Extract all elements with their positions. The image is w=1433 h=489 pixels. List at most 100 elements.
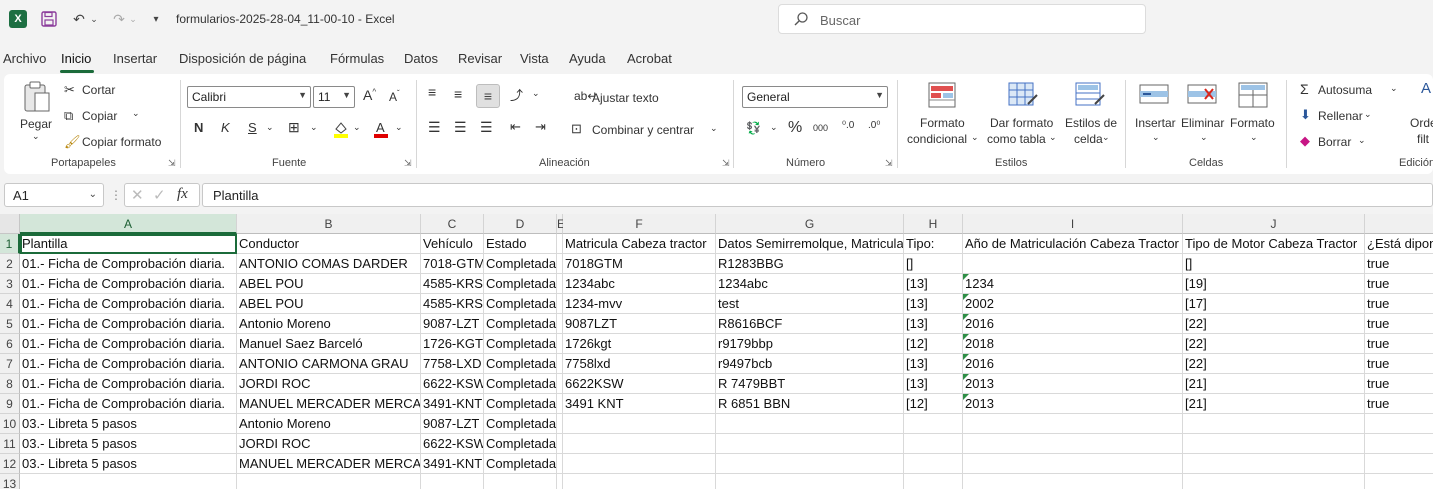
cell-f13[interactable]	[563, 474, 716, 489]
cell-g2[interactable]: R1283BBG	[716, 254, 904, 274]
cell-g9[interactable]: R 6851 BBN	[716, 394, 904, 414]
font-family-select[interactable]: Calibri ▼	[187, 86, 311, 108]
row-header-10[interactable]: 10	[0, 414, 20, 434]
align-left-icon[interactable]: ☰	[428, 119, 441, 136]
cell-k13[interactable]	[1365, 474, 1433, 489]
paste-button[interactable]: Pegar	[20, 117, 52, 131]
thousands-separator-icon[interactable]: 000	[813, 123, 828, 133]
decrease-indent-icon[interactable]: ⇤	[510, 119, 521, 135]
autosum-icon[interactable]: Σ	[1300, 81, 1309, 97]
decrease-font-icon[interactable]: Aˇ	[389, 89, 400, 104]
clear-button[interactable]: Borrar	[1318, 135, 1351, 149]
cell-b3[interactable]: ABEL POU	[237, 274, 421, 294]
align-bottom-icon[interactable]: ≡	[476, 84, 500, 108]
cell-c12[interactable]: 3491-KNT	[421, 454, 484, 474]
column-header-c[interactable]: C	[421, 214, 484, 234]
align-top-icon[interactable]: ≡	[428, 84, 436, 100]
conditional-format-icon[interactable]	[928, 82, 956, 108]
cell-h5[interactable]: [13]	[904, 314, 963, 334]
insert-cells-dropdown-icon[interactable]: ⌄	[1152, 132, 1160, 143]
cell-f4[interactable]: 1234-mvv	[563, 294, 716, 314]
cell-c4[interactable]: 4585-KRS	[421, 294, 484, 314]
cell-f11[interactable]	[563, 434, 716, 454]
fill-dropdown-icon[interactable]: ⌄	[1364, 109, 1372, 120]
redo-dropdown-icon[interactable]: ⌄	[128, 9, 138, 29]
cell-h12[interactable]	[904, 454, 963, 474]
decrease-decimal-icon[interactable]: .0⁰	[868, 120, 880, 131]
cell-f6[interactable]: 1726kgt	[563, 334, 716, 354]
cell-i12[interactable]	[963, 454, 1183, 474]
cell-j8[interactable]: [21]	[1183, 374, 1365, 394]
cell-a12[interactable]: 03.- Libreta 5 pasos	[20, 454, 237, 474]
cell-h6[interactable]: [12]	[904, 334, 963, 354]
cell-i3[interactable]: 1234	[963, 274, 1183, 294]
format-cells-button[interactable]: Formato	[1230, 116, 1275, 130]
cell-b1[interactable]: Conductor	[237, 234, 421, 254]
merge-center-button[interactable]: Combinar y centrar	[592, 123, 694, 137]
cell-a8[interactable]: 01.- Ficha de Comprobación diaria.	[20, 374, 237, 394]
format-cells-icon[interactable]	[1238, 82, 1268, 108]
cell-d5[interactable]: Completada	[484, 314, 557, 334]
cell-k2[interactable]: true	[1365, 254, 1433, 274]
cell-f2[interactable]: 7018GTM	[563, 254, 716, 274]
row-header-13[interactable]: 13	[0, 474, 20, 489]
cell-g3[interactable]: 1234abc	[716, 274, 904, 294]
cell-i13[interactable]	[963, 474, 1183, 489]
undo-dropdown-icon[interactable]: ⌄	[89, 9, 99, 29]
cell-k11[interactable]	[1365, 434, 1433, 454]
increase-decimal-icon[interactable]: ⁰.0	[842, 120, 854, 131]
format-as-table-icon[interactable]	[1008, 82, 1038, 108]
cell-f12[interactable]	[563, 454, 716, 474]
tab-inicio[interactable]: Inicio	[61, 51, 91, 66]
underline-button[interactable]: S	[248, 120, 257, 135]
cell-d6[interactable]: Completada	[484, 334, 557, 354]
row-header-7[interactable]: 7	[0, 354, 20, 374]
cell-b6[interactable]: Manuel Saez Barceló	[237, 334, 421, 354]
row-header-3[interactable]: 3	[0, 274, 20, 294]
clear-icon[interactable]: ◆	[1300, 133, 1310, 149]
sort-filter-line1[interactable]: Orde	[1410, 116, 1433, 130]
fill-icon[interactable]: ⬇	[1300, 107, 1311, 123]
cell-c8[interactable]: 6622-KSW	[421, 374, 484, 394]
cell-i6[interactable]: 2018	[963, 334, 1183, 354]
cell-b12[interactable]: MANUEL MERCADER MERCADER	[237, 454, 421, 474]
cell-h3[interactable]: [13]	[904, 274, 963, 294]
delete-cells-dropdown-icon[interactable]: ⌄	[1200, 132, 1208, 143]
row-header-4[interactable]: 4	[0, 294, 20, 314]
column-header-h[interactable]: H	[904, 214, 963, 234]
autosum-dropdown-icon[interactable]: ⌄	[1390, 83, 1398, 94]
font-color-dropdown-icon[interactable]: ⌄	[395, 122, 403, 133]
cell-a10[interactable]: 03.- Libreta 5 pasos	[20, 414, 237, 434]
format-painter-button[interactable]: Copiar formato	[82, 135, 161, 149]
cell-k7[interactable]: true	[1365, 354, 1433, 374]
cell-b10[interactable]: Antonio Moreno	[237, 414, 421, 434]
merge-dropdown-icon[interactable]: ⌄	[710, 123, 718, 134]
cell-c10[interactable]: 9087-LZT	[421, 414, 484, 434]
cell-i10[interactable]	[963, 414, 1183, 434]
cell-j12[interactable]	[1183, 454, 1365, 474]
cell-a13[interactable]	[20, 474, 237, 489]
row-header-8[interactable]: 8	[0, 374, 20, 394]
column-header-a[interactable]: A	[20, 214, 237, 234]
cell-g1[interactable]: Datos Semirremolque, Matricula	[716, 234, 904, 254]
row-header-2[interactable]: 2	[0, 254, 20, 274]
row-header-1[interactable]: 1	[0, 234, 20, 254]
cell-i5[interactable]: 2016	[963, 314, 1183, 334]
cell-a6[interactable]: 01.- Ficha de Comprobación diaria.	[20, 334, 237, 354]
row-header-5[interactable]: 5	[0, 314, 20, 334]
name-box[interactable]: A1 ⌄	[4, 183, 104, 207]
cell-i9[interactable]: 2013	[963, 394, 1183, 414]
font-launcher-icon[interactable]: ⇲	[404, 158, 412, 169]
cell-j2[interactable]: []	[1183, 254, 1365, 274]
enter-icon[interactable]: ✓	[153, 186, 166, 204]
cell-j13[interactable]	[1183, 474, 1365, 489]
cell-d8[interactable]: Completada	[484, 374, 557, 394]
number-format-select[interactable]: General ▼	[742, 86, 888, 108]
column-header-next[interactable]	[1365, 214, 1433, 234]
orientation-dropdown-icon[interactable]: ⌄	[532, 88, 540, 99]
cell-g13[interactable]	[716, 474, 904, 489]
cell-b2[interactable]: ANTONIO COMAS DARDER	[237, 254, 421, 274]
tab-ayuda[interactable]: Ayuda	[569, 51, 606, 66]
cell-i4[interactable]: 2002	[963, 294, 1183, 314]
cell-j11[interactable]	[1183, 434, 1365, 454]
